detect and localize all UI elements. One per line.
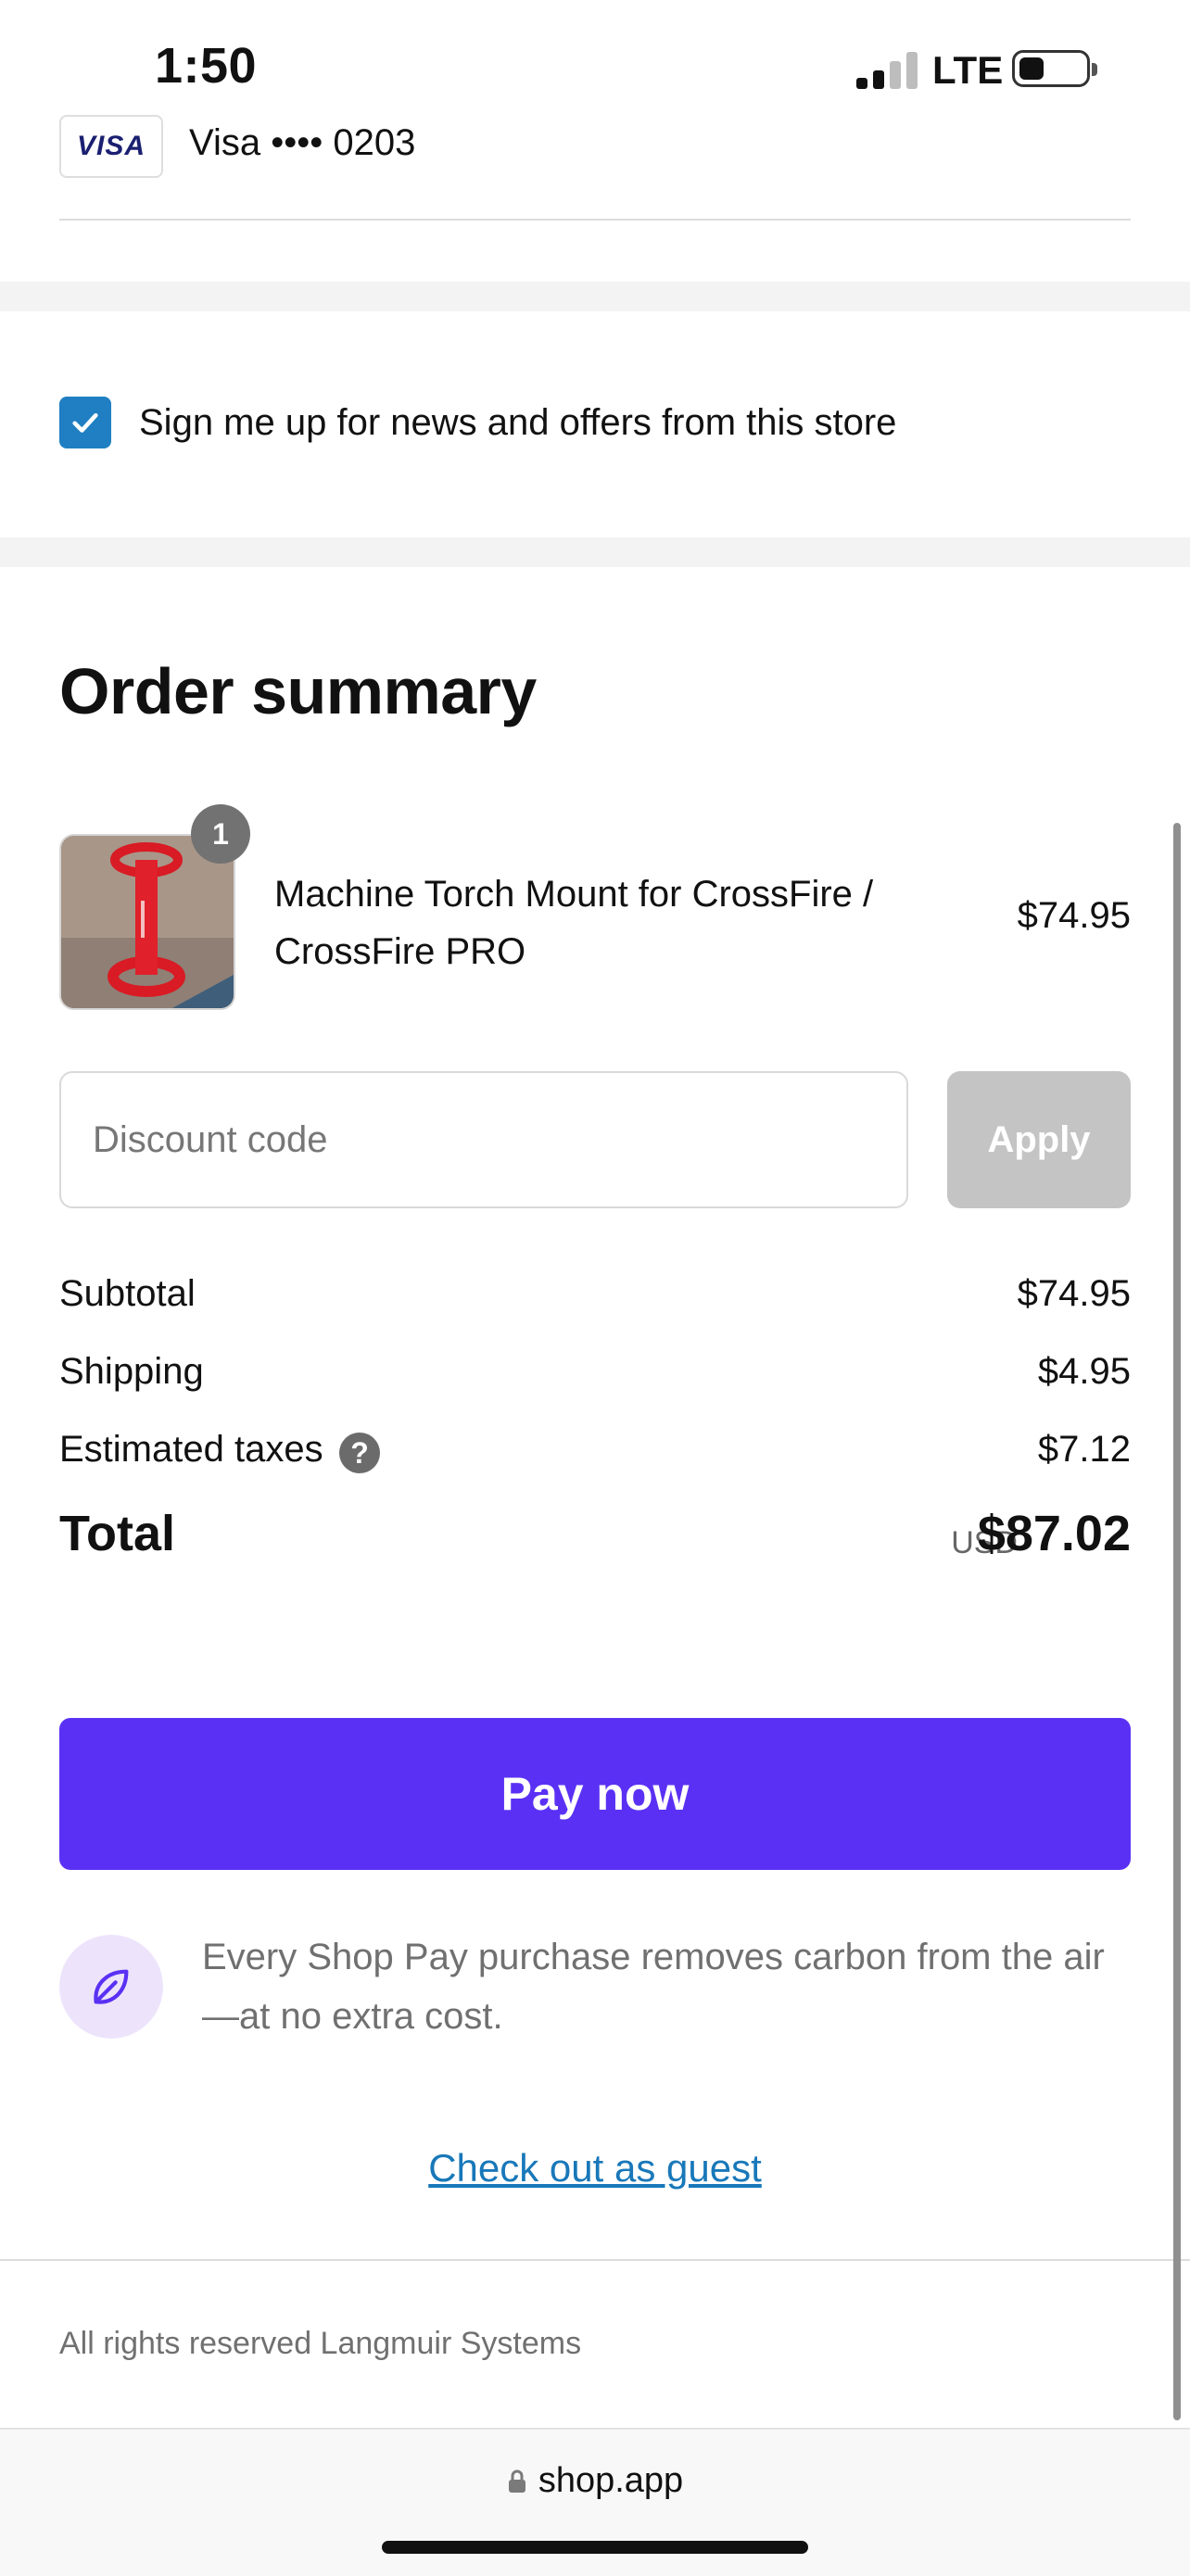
footer-copyright: All rights reserved Langmuir Systems (59, 2326, 582, 2361)
home-indicator[interactable] (382, 2541, 808, 2554)
quantity-badge: 1 (191, 804, 250, 864)
scrollbar[interactable] (1173, 823, 1181, 2420)
subtotal-label: Subtotal (59, 1273, 196, 1314)
help-icon[interactable]: ? (339, 1433, 380, 1473)
pay-now-button[interactable]: Pay now (59, 1718, 1131, 1870)
section-separator (0, 282, 1190, 311)
estimated-taxes-label: Estimated taxes (59, 1429, 323, 1470)
apply-discount-button[interactable]: Apply (947, 1071, 1131, 1208)
lock-icon (508, 2469, 525, 2493)
carbon-removal-note: Every Shop Pay purchase removes carbon f… (202, 1937, 1105, 2037)
product-name: Machine Torch Mount for CrossFire / Cros… (274, 874, 874, 972)
payment-method-label[interactable]: Visa •••• 0203 (189, 122, 415, 164)
shipping-label: Shipping (59, 1351, 204, 1392)
newsletter-label[interactable]: Sign me up for news and offers from this… (139, 402, 896, 444)
estimated-taxes-value: $7.12 (1037, 1429, 1131, 1470)
browser-address-bar[interactable] (0, 2428, 1190, 2576)
leaf-icon (59, 1935, 163, 2039)
network-type: LTE (932, 48, 1004, 92)
shipping-value: $4.95 (1037, 1351, 1131, 1392)
url-text[interactable]: shop.app (538, 2461, 683, 2501)
divider (0, 2259, 1190, 2261)
order-summary-title: Order summary (59, 655, 537, 727)
section-separator (0, 537, 1190, 567)
battery-icon (1012, 50, 1097, 87)
newsletter-checkbox[interactable] (59, 397, 111, 448)
check-out-as-guest-link[interactable]: Check out as guest (0, 2146, 1190, 2191)
discount-code-input[interactable] (59, 1071, 908, 1208)
checkmark-icon (72, 412, 98, 433)
cellular-signal-icon (856, 52, 918, 89)
divider (59, 219, 1131, 221)
address-display[interactable]: shop.app (0, 2461, 1190, 2501)
status-time: 1:50 (155, 38, 258, 94)
product-price: $74.95 (1017, 895, 1131, 936)
total-value: $87.02 (977, 1506, 1131, 1561)
visa-card-logo: VISA (59, 115, 163, 178)
subtotal-value: $74.95 (1017, 1273, 1131, 1314)
total-label: Total (59, 1506, 175, 1561)
